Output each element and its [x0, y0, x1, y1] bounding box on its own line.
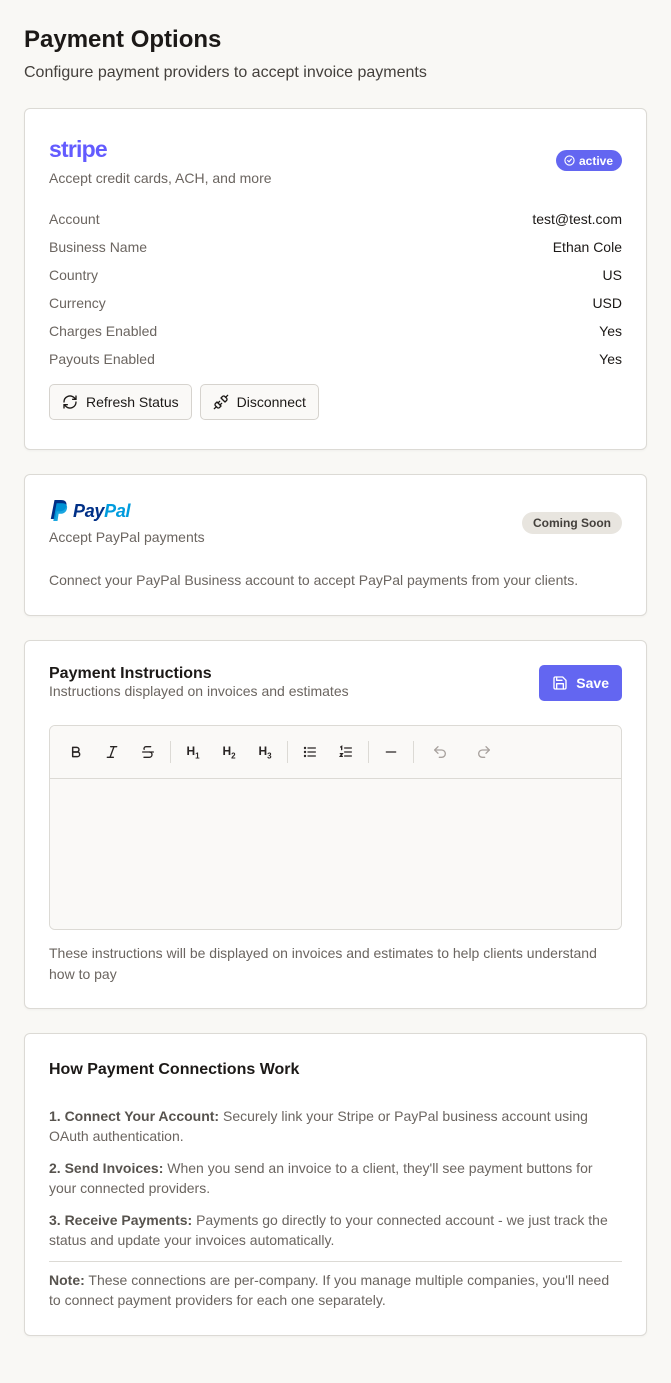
heading-3-icon: H3 — [258, 743, 272, 761]
instructions-title: Payment Instructions — [49, 665, 212, 682]
toolbar-divider — [413, 741, 414, 763]
stripe-details: Account test@test.com Business Name Etha… — [49, 205, 622, 373]
unplug-icon — [213, 394, 228, 410]
page-title: Payment Options — [24, 26, 222, 53]
italic-icon — [106, 746, 118, 758]
paypal-mark-icon — [50, 500, 68, 521]
horizontal-rule-icon — [385, 751, 397, 753]
detail-row-currency: Currency USD — [49, 289, 622, 317]
disconnect-label: Disconnect — [236, 394, 306, 410]
save-button[interactable]: Save — [539, 665, 622, 701]
stripe-card: stripe Accept credit cards, ACH, and mor… — [24, 108, 647, 450]
instructions-editor-input[interactable] — [50, 779, 621, 929]
ordered-list-button[interactable] — [328, 737, 364, 767]
instructions-subtitle: Instructions displayed on invoices and e… — [49, 683, 349, 699]
bold-icon — [71, 746, 81, 758]
detail-label: Country — [49, 267, 99, 283]
paypal-info: Connect your PayPal Business account to … — [49, 572, 579, 588]
detail-value: Ethan Cole — [552, 239, 622, 255]
disconnect-button[interactable]: Disconnect — [199, 384, 319, 420]
how-note: Note: These connections are per-company.… — [49, 1272, 610, 1308]
detail-row-country: Country US — [49, 261, 622, 289]
undo-button[interactable] — [422, 737, 458, 767]
paypal-card: PayPal Accept PayPal payments Coming Soo… — [24, 474, 647, 616]
detail-row-payouts-enabled: Payouts Enabled Yes — [49, 345, 622, 373]
detail-label: Business Name — [49, 239, 148, 255]
payment-instructions-card: Payment Instructions Instructions displa… — [24, 640, 647, 1009]
ordered-list-icon — [339, 745, 352, 757]
refresh-status-label: Refresh Status — [86, 394, 179, 410]
refresh-icon — [63, 395, 77, 409]
detail-value: US — [602, 267, 622, 283]
detail-label: Currency — [49, 295, 106, 311]
save-label: Save — [576, 675, 609, 691]
coming-soon-badge: Coming Soon — [522, 512, 622, 534]
page-subtitle: Configure payment providers to accept in… — [24, 64, 427, 81]
status-badge: active — [555, 150, 622, 171]
paypal-word-pay: Pay — [73, 500, 105, 521]
divider — [49, 1261, 622, 1262]
stripe-logo: stripe — [49, 136, 108, 162]
strikethrough-icon — [142, 746, 154, 758]
instructions-help-text: These instructions will be displayed on … — [49, 945, 597, 982]
heading-1-button[interactable]: H1 — [175, 737, 211, 767]
rich-text-editor: H1 H2 H3 — [49, 725, 622, 930]
save-icon — [553, 676, 567, 690]
stripe-description: Accept credit cards, ACH, and more — [49, 170, 272, 186]
toolbar-divider — [368, 741, 369, 763]
bullet-list-icon — [303, 746, 316, 758]
undo-icon — [434, 746, 446, 758]
how-title: How Payment Connections Work — [49, 1061, 300, 1078]
bold-button[interactable] — [58, 737, 94, 767]
paypal-wordmark: PayPal — [73, 500, 131, 522]
detail-label: Account — [49, 211, 100, 227]
detail-row-account: Account test@test.com — [49, 205, 622, 233]
check-circle-icon — [564, 155, 575, 166]
detail-value: Yes — [599, 351, 622, 367]
detail-value: Yes — [599, 323, 622, 339]
detail-label: Charges Enabled — [49, 323, 158, 339]
redo-icon — [478, 746, 490, 758]
paypal-word-pal: Pal — [104, 500, 131, 521]
detail-value: test@test.com — [532, 211, 622, 227]
heading-2-button[interactable]: H2 — [211, 737, 247, 767]
how-it-works-card: How Payment Connections Work 1. Connect … — [24, 1033, 647, 1336]
status-badge-label: active — [578, 153, 613, 168]
redo-button[interactable] — [466, 737, 502, 767]
bullet-list-button[interactable] — [292, 737, 328, 767]
payment-options-page: Payment Options Configure payment provid… — [0, 0, 671, 1336]
italic-button[interactable] — [94, 737, 130, 767]
toolbar-divider — [170, 741, 171, 763]
detail-value: USD — [592, 295, 622, 311]
toolbar-divider — [287, 741, 288, 763]
horizontal-rule-button[interactable] — [373, 737, 409, 767]
stripe-actions: Refresh Status Disconnect — [49, 384, 622, 420]
strikethrough-button[interactable] — [130, 737, 166, 767]
detail-row-charges-enabled: Charges Enabled Yes — [49, 317, 622, 345]
how-step: 3. Receive Payments: Payments go directl… — [49, 1212, 608, 1248]
heading-2-icon: H2 — [222, 743, 236, 761]
detail-row-business-name: Business Name Ethan Cole — [49, 233, 622, 261]
heading-1-icon: H1 — [186, 743, 200, 761]
editor-toolbar: H1 H2 H3 — [50, 726, 621, 779]
refresh-status-button[interactable]: Refresh Status — [49, 384, 192, 420]
how-step: 2. Send Invoices: When you send an invoi… — [49, 1160, 593, 1196]
detail-label: Payouts Enabled — [49, 351, 155, 367]
how-step: 1. Connect Your Account: Securely link y… — [49, 1108, 588, 1144]
heading-3-button[interactable]: H3 — [247, 737, 283, 767]
